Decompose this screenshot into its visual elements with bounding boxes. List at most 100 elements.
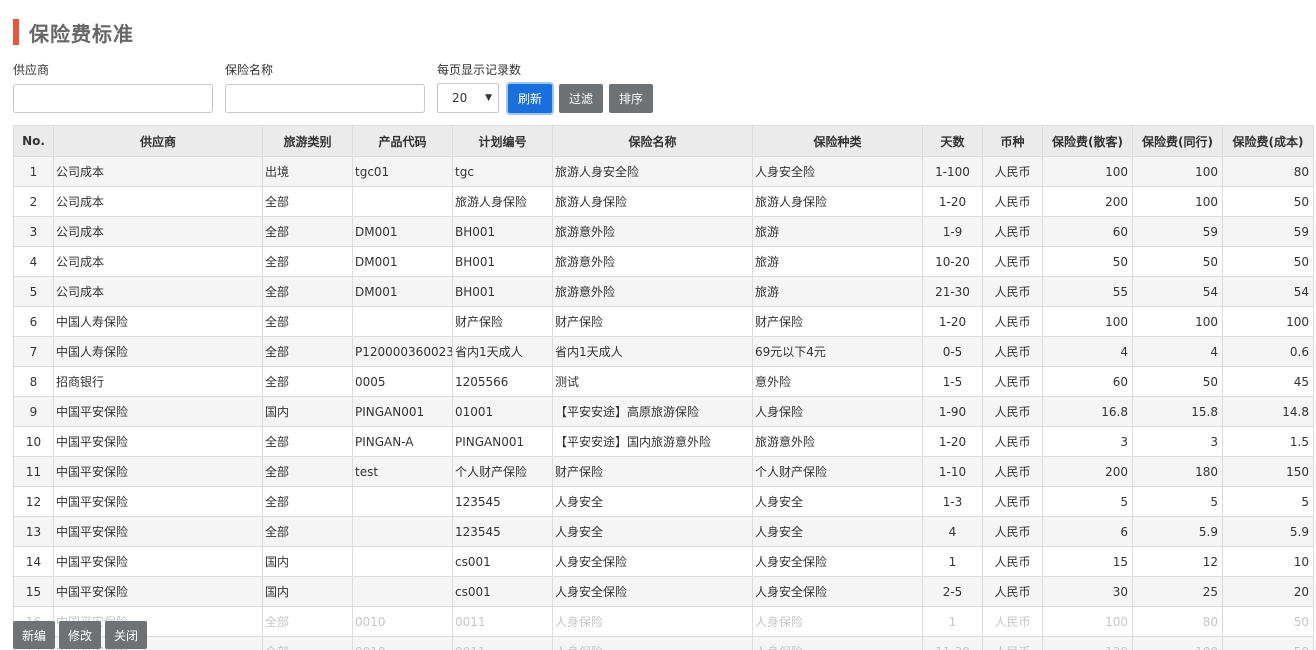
table-cell: [352, 546, 453, 577]
column-header[interactable]: No.: [13, 125, 54, 157]
table-cell: 中国平安保险: [53, 516, 263, 547]
table-cell: 10-20: [922, 246, 983, 277]
table-row[interactable]: 6 中国人寿保险 全部 财产保险 财产保险 财产保险 1-20 人民币 100 100 100: [13, 306, 1314, 337]
column-header[interactable]: 旅游类别: [262, 125, 353, 157]
table-row[interactable]: 15 中国平安保险 国内 cs001 人身安全保险 人身安全保险 2-5 人民币 30 25 20: [13, 576, 1314, 607]
table-cell: 1205566: [452, 366, 553, 397]
table-cell: PINGAN001: [452, 426, 553, 457]
table-row[interactable]: 13 中国平安保险 全部 123545 人身安全 人身安全 4 人民币 6 5.9 5.9: [13, 516, 1314, 547]
table-cell: 50: [1132, 366, 1223, 397]
table-cell: 100: [1132, 306, 1223, 337]
column-header[interactable]: 保险费(散客): [1042, 125, 1133, 157]
title-accent-bar: [13, 19, 19, 45]
column-header[interactable]: 天数: [922, 125, 983, 157]
table-cell: 出境: [262, 156, 353, 187]
table-cell: 中国人寿保险: [53, 336, 263, 367]
table-cell: 50: [1222, 636, 1314, 650]
table-cell: 国内: [262, 576, 353, 607]
table-cell: 60: [1042, 216, 1133, 247]
column-header[interactable]: 计划编号: [452, 125, 553, 157]
table-cell: 全部: [262, 636, 353, 650]
table-cell: 【平安安途】高原旅游保险: [552, 396, 753, 427]
close-button[interactable]: 关闭: [105, 621, 148, 649]
table-row[interactable]: 5 公司成本 全部 DM001 BH001 旅游意外险 旅游 21-30 人民币 55 54 54: [13, 276, 1314, 307]
table-cell: [352, 576, 453, 607]
table-cell: 旅游意外险: [552, 276, 753, 307]
table-cell: 省内1天成人: [552, 336, 753, 367]
table-cell: 公司成本: [53, 276, 263, 307]
table-cell: 5: [1222, 486, 1314, 517]
table-cell: 中国平安保险: [53, 576, 263, 607]
table-cell: 59: [1222, 216, 1314, 247]
table-cell: 旅游: [752, 216, 923, 247]
table-cell: 150: [1222, 456, 1314, 487]
table-cell: 人身安全保险: [552, 576, 753, 607]
column-header[interactable]: 保险种类: [752, 125, 923, 157]
table-row[interactable]: 14 中国平安保险 国内 cs001 人身安全保险 人身安全保险 1 人民币 15 12 10: [13, 546, 1314, 577]
table-row[interactable]: 7 中国人寿保险 全部 P120000360023 省内1天成人 省内1天成人 69元以下4…: [13, 336, 1314, 367]
table-row[interactable]: 8 招商银行 全部 0005 1205566 测试 意外险 1-5 人民币 60 50 45: [13, 366, 1314, 397]
table-cell: 全部: [262, 276, 353, 307]
table-row[interactable]: 17中国平安保险全部00100011人身保险人身保险11-30人民币120100…: [13, 636, 1314, 650]
column-header[interactable]: 币种: [982, 125, 1043, 157]
table-cell: 【平安安途】国内旅游意外险: [552, 426, 753, 457]
table-row[interactable]: 11 中国平安保险 全部 test 个人财产保险 财产保险 个人财产保险 1-10 人民币 200…: [13, 456, 1314, 487]
table-row[interactable]: 1 公司成本 出境 tgc01 tgc 旅游人身安全险 人身安全险 1-100 人民币 100 10…: [13, 156, 1314, 187]
table-cell: 21-30: [922, 276, 983, 307]
table-row[interactable]: 12 中国平安保险 全部 123545 人身安全 人身安全 1-3 人民币 5 5 5: [13, 486, 1314, 517]
table-cell: 全部: [262, 216, 353, 247]
column-header[interactable]: 保险费(同行): [1132, 125, 1223, 157]
column-header[interactable]: 产品代码: [352, 125, 453, 157]
page-size-filter: 每页显示记录数: [437, 62, 521, 78]
table-cell: 财产保险: [552, 306, 753, 337]
table-cell: 人身安全: [752, 486, 923, 517]
page-size-select[interactable]: 20 ▼: [437, 83, 499, 113]
table-row[interactable]: 10 中国平安保险 全部 PINGAN-A PINGAN001 【平安安途】国内旅游意外险…: [13, 426, 1314, 457]
table-cell: PINGAN-A: [352, 426, 453, 457]
column-header[interactable]: 保险费(成本): [1222, 125, 1314, 157]
edit-button[interactable]: 修改: [59, 621, 102, 649]
table-cell: 54: [1132, 276, 1223, 307]
column-header[interactable]: 保险名称: [552, 125, 753, 157]
table-row[interactable]: 16中国平安保险全部00100011人身保险人身保险1人民币1008050: [13, 606, 1314, 637]
page-title: 保险费标准: [29, 21, 134, 46]
table-cell: 人身安全: [552, 516, 753, 547]
table-cell: 0011: [452, 606, 553, 637]
table-cell: 1: [922, 606, 983, 637]
table-cell: 人民币: [982, 306, 1043, 337]
sort-button[interactable]: 排序: [609, 84, 653, 113]
table-cell: 人民币: [982, 486, 1043, 517]
table-cell: 45: [1222, 366, 1314, 397]
table-row[interactable]: 2 公司成本 全部 旅游人身保险 旅游人身保险 旅游人身保险 1-20 人民币 200 100 50: [13, 186, 1314, 217]
table-cell: 全部: [262, 306, 353, 337]
table-cell: 3: [1042, 426, 1133, 457]
table-cell: 1: [13, 156, 54, 187]
supplier-input[interactable]: [13, 84, 213, 113]
table-cell: 中国平安保险: [53, 486, 263, 517]
table-cell: 人民币: [982, 276, 1043, 307]
insurance-name-input[interactable]: [225, 84, 425, 113]
table-cell: 55: [1042, 276, 1133, 307]
table-cell: 意外险: [752, 366, 923, 397]
table-cell: 100: [1042, 156, 1133, 187]
filter-panel: 供应商 保险名称 每页显示记录数 20 ▼ 刷新 过滤 排序: [13, 62, 673, 114]
table-cell: 人民币: [982, 396, 1043, 427]
table-row[interactable]: 3 公司成本 全部 DM001 BH001 旅游意外险 旅游 1-9 人民币 60 59 59: [13, 216, 1314, 247]
table-cell: 人身保险: [752, 636, 923, 650]
table-cell: 1-20: [922, 186, 983, 217]
table-row[interactable]: 9 中国平安保险 国内 PINGAN001 01001 【平安安途】高原旅游保险 人身保险 1…: [13, 396, 1314, 427]
insurance-table-container: No. 供应商 旅游类别 产品代码 计划编号 保险名称 保险种类 天数 币种 保…: [13, 125, 1315, 650]
new-button[interactable]: 新编: [13, 621, 56, 649]
table-cell: 旅游意外险: [552, 246, 753, 277]
table-cell: 10: [1222, 546, 1314, 577]
refresh-button[interactable]: 刷新: [508, 84, 552, 113]
table-cell: 人身保险: [552, 606, 753, 637]
filter-button[interactable]: 过滤: [559, 84, 603, 113]
table-row[interactable]: 4 公司成本 全部 DM001 BH001 旅游意外险 旅游 10-20 人民币 50 50 50: [13, 246, 1314, 277]
table-cell: 全部: [262, 246, 353, 277]
table-cell: 旅游人身保险: [752, 186, 923, 217]
table-cell: 人民币: [982, 156, 1043, 187]
column-header[interactable]: 供应商: [53, 125, 263, 157]
table-cell: 5.9: [1132, 516, 1223, 547]
table-cell: 人身安全: [752, 516, 923, 547]
